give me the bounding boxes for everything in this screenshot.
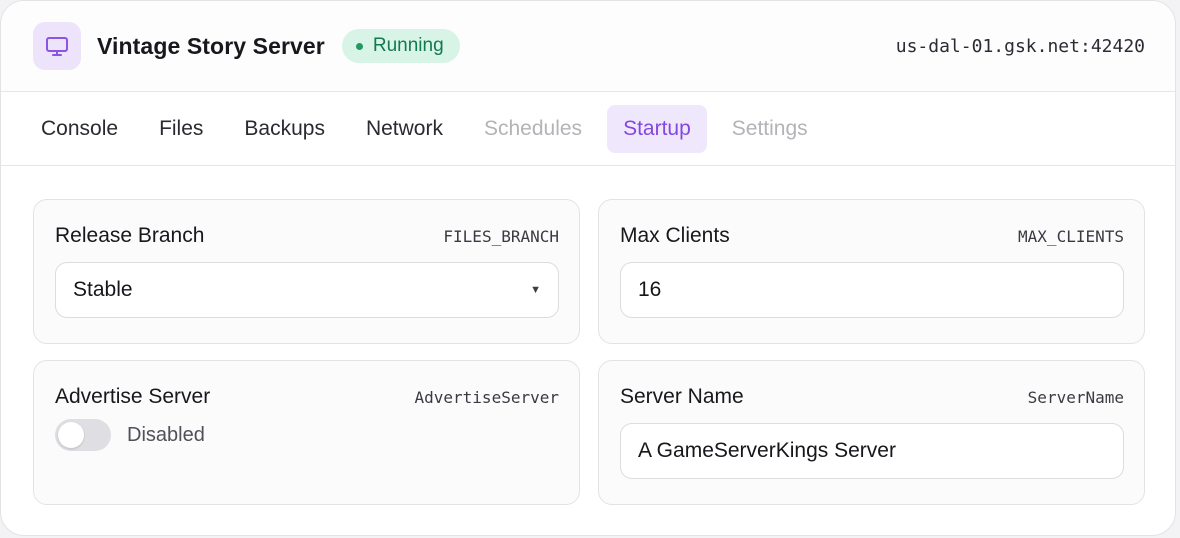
server-name-value: A GameServerKings Server	[638, 439, 896, 462]
tab-bar: Console Files Backups Network Schedules …	[1, 92, 1175, 166]
server-name-var: ServerName	[1027, 388, 1124, 407]
tab-files[interactable]: Files	[143, 105, 219, 153]
toggle-knob	[58, 422, 84, 448]
release-branch-label: Release Branch	[55, 224, 205, 247]
advertise-server-label: Advertise Server	[55, 385, 211, 408]
server-card: Vintage Story Server Running us-dal-01.g…	[0, 0, 1176, 536]
server-header: Vintage Story Server Running us-dal-01.g…	[1, 1, 1175, 92]
server-name-label: Server Name	[620, 385, 744, 408]
advertise-server-state: Disabled	[127, 423, 205, 446]
startup-variables: Release Branch FILES_BRANCH Stable ▼ Max…	[33, 199, 1145, 505]
status-text: Running	[372, 35, 444, 56]
server-name-panel: Server Name ServerName A GameServerKings…	[598, 360, 1145, 505]
release-branch-value: Stable	[73, 278, 133, 301]
server-name-input[interactable]: A GameServerKings Server	[620, 423, 1124, 479]
monitor-icon	[33, 22, 81, 70]
tab-startup[interactable]: Startup	[607, 104, 707, 153]
advertise-server-panel: Advertise Server AdvertiseServer Disable…	[33, 360, 580, 505]
server-address[interactable]: us-dal-01.gsk.net:42420	[896, 36, 1145, 57]
max-clients-var: MAX_CLIENTS	[1018, 227, 1124, 246]
advertise-server-toggle[interactable]	[55, 419, 111, 451]
max-clients-input[interactable]: 16	[620, 262, 1124, 318]
release-branch-select[interactable]: Stable ▼	[55, 262, 559, 318]
max-clients-panel: Max Clients MAX_CLIENTS 16	[598, 199, 1145, 344]
status-badge: Running	[341, 29, 460, 63]
release-branch-var: FILES_BRANCH	[443, 227, 559, 246]
tab-network[interactable]: Network	[350, 105, 459, 153]
advertise-server-var: AdvertiseServer	[414, 388, 560, 407]
caret-down-icon: ▼	[530, 284, 541, 296]
tab-schedules[interactable]: Schedules	[468, 105, 598, 153]
max-clients-label: Max Clients	[620, 224, 730, 247]
tab-settings[interactable]: Settings	[716, 105, 824, 153]
tab-backups[interactable]: Backups	[228, 105, 341, 153]
max-clients-value: 16	[638, 278, 662, 301]
server-title: Vintage Story Server	[97, 32, 325, 59]
release-branch-panel: Release Branch FILES_BRANCH Stable ▼	[33, 199, 580, 344]
status-dot-icon	[355, 42, 363, 50]
tab-console[interactable]: Console	[25, 105, 134, 153]
